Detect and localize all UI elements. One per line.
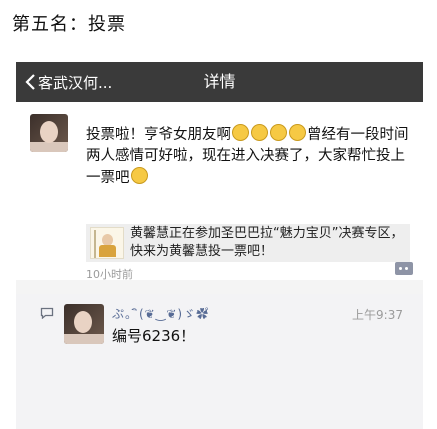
back-button[interactable]: 客武汉何... [24,62,112,102]
grinning-emoji-icon [251,124,268,141]
wechat-screenshot: 客武汉何... 详情 投票啦！亨爷女朋友啊 曾经有一段时间两人感情可好啦，现在进入… [16,62,423,429]
comment-timestamp: 上午9:37 [352,308,403,322]
post-text: 投票啦！亨爷女朋友啊 曾经有一段时间两人感情可好啦，现在进入决赛了，大家帮忙投上一… [86,124,412,189]
grinning-emoji-icon [130,167,148,184]
shared-link-card[interactable]: 黄馨慧正在参加圣巴巴拉“魅力宝贝”决赛专区，快来为黄馨慧投一票吧！ [86,224,410,262]
post-timestamp: 10小时前 [86,268,133,281]
commenter-avatar[interactable] [64,304,104,344]
navbar: 客武汉何... 详情 [16,62,423,102]
grinning-emoji-icon [270,124,287,141]
chevron-left-icon [25,74,35,90]
comment-action-icon[interactable] [395,262,413,275]
post-text-part1: 投票啦！亨爷女朋友啊 [86,127,231,143]
share-text: 黄馨慧正在参加圣巴巴拉“魅力宝贝”决赛专区，快来为黄馨慧投一票吧！ [130,226,404,259]
grinning-emoji-icon [289,124,306,141]
moment-post: 投票啦！亨爷女朋友啊 曾经有一段时间两人感情可好啦，现在进入决赛了，大家帮忙投上一… [16,102,423,281]
commenter-name[interactable]: ぷ。ิ(❦‿❦)ゞ✿゚ [112,305,209,324]
poster-avatar[interactable] [30,114,68,152]
comment-section: ぷ。ิ(❦‿❦)ゞ✿゚ 上午9:37 编号6236！ [16,294,423,429]
grinning-emoji-icon [232,124,249,141]
speech-bubble-icon [40,307,54,319]
comment-text: 编号6236！ [112,327,196,345]
caption-title: 第五名：投票 [12,14,126,35]
back-label: 客武汉何... [38,73,113,92]
share-thumbnail [90,227,124,259]
